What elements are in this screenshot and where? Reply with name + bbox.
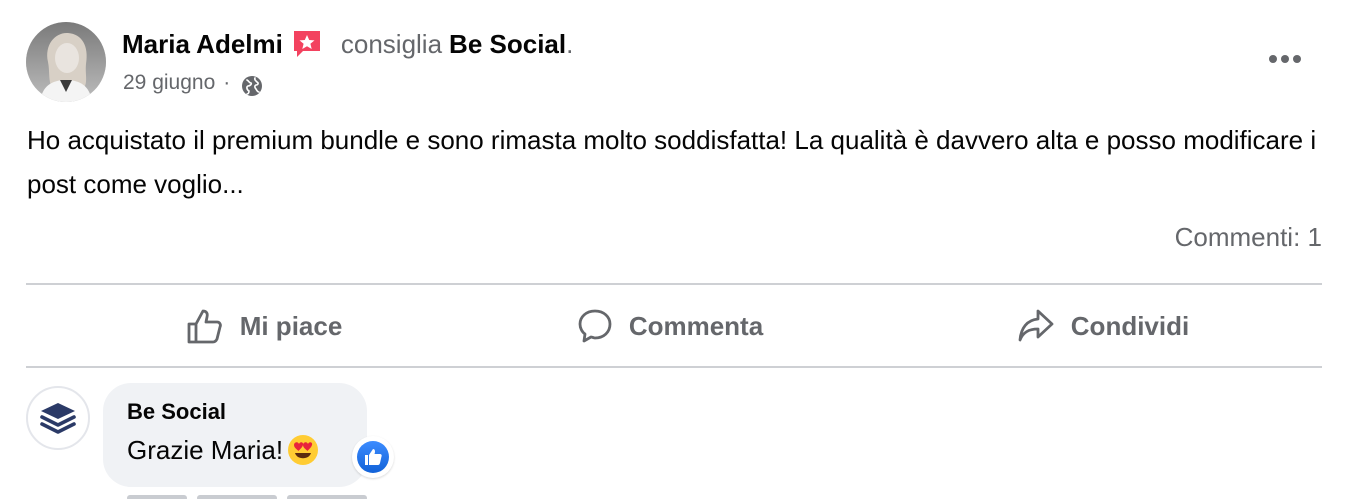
recommend-verb: consiglia bbox=[340, 28, 443, 59]
comment-icon bbox=[578, 309, 612, 343]
comments-count-link[interactable]: Commenti: 1 bbox=[1175, 222, 1322, 253]
divider-bottom bbox=[26, 366, 1322, 368]
post-date[interactable]: 29 giugno bbox=[123, 71, 215, 95]
comment-button[interactable]: Commenta bbox=[450, 297, 890, 355]
author-avatar[interactable] bbox=[26, 22, 106, 102]
post-header-line: Maria Adelmi consiglia Be Social . bbox=[122, 27, 573, 61]
meta-separator: · bbox=[223, 71, 231, 94]
like-label: Mi piace bbox=[239, 310, 343, 341]
post-card: Maria Adelmi consiglia Be Social . 29 gi… bbox=[0, 0, 1352, 499]
like-reaction-icon[interactable] bbox=[352, 436, 394, 478]
post-meta: 29 giugno · bbox=[123, 68, 264, 98]
heart-eyes-emoji-icon bbox=[287, 434, 319, 466]
divider-top bbox=[26, 283, 1322, 285]
globe-icon bbox=[240, 74, 264, 98]
commenter-avatar[interactable] bbox=[26, 386, 90, 450]
thumbs-up-icon bbox=[187, 309, 222, 344]
share-icon bbox=[1018, 309, 1054, 342]
ellipsis-icon bbox=[1269, 55, 1301, 63]
comment-text-line: Grazie Maria! bbox=[127, 434, 319, 466]
post-body-text: Ho acquistato il premium bundle e sono r… bbox=[27, 125, 1317, 199]
more-options-button[interactable] bbox=[1262, 44, 1308, 74]
header-trailing-dot: . bbox=[566, 28, 574, 59]
author-name[interactable]: Maria Adelmi bbox=[122, 29, 283, 60]
comment-label: Commenta bbox=[628, 310, 764, 341]
layers-logo-icon bbox=[40, 403, 76, 434]
comment-actions-cut bbox=[127, 489, 377, 499]
recommended-page-link[interactable]: Be Social bbox=[449, 29, 566, 60]
comment-author[interactable]: Be Social bbox=[127, 399, 226, 425]
share-button[interactable]: Condividi bbox=[884, 297, 1322, 355]
share-label: Condividi bbox=[1070, 310, 1190, 341]
comment-text: Grazie Maria! bbox=[127, 434, 284, 465]
like-button[interactable]: Mi piace bbox=[26, 297, 502, 355]
recommend-badge-icon bbox=[291, 28, 323, 60]
